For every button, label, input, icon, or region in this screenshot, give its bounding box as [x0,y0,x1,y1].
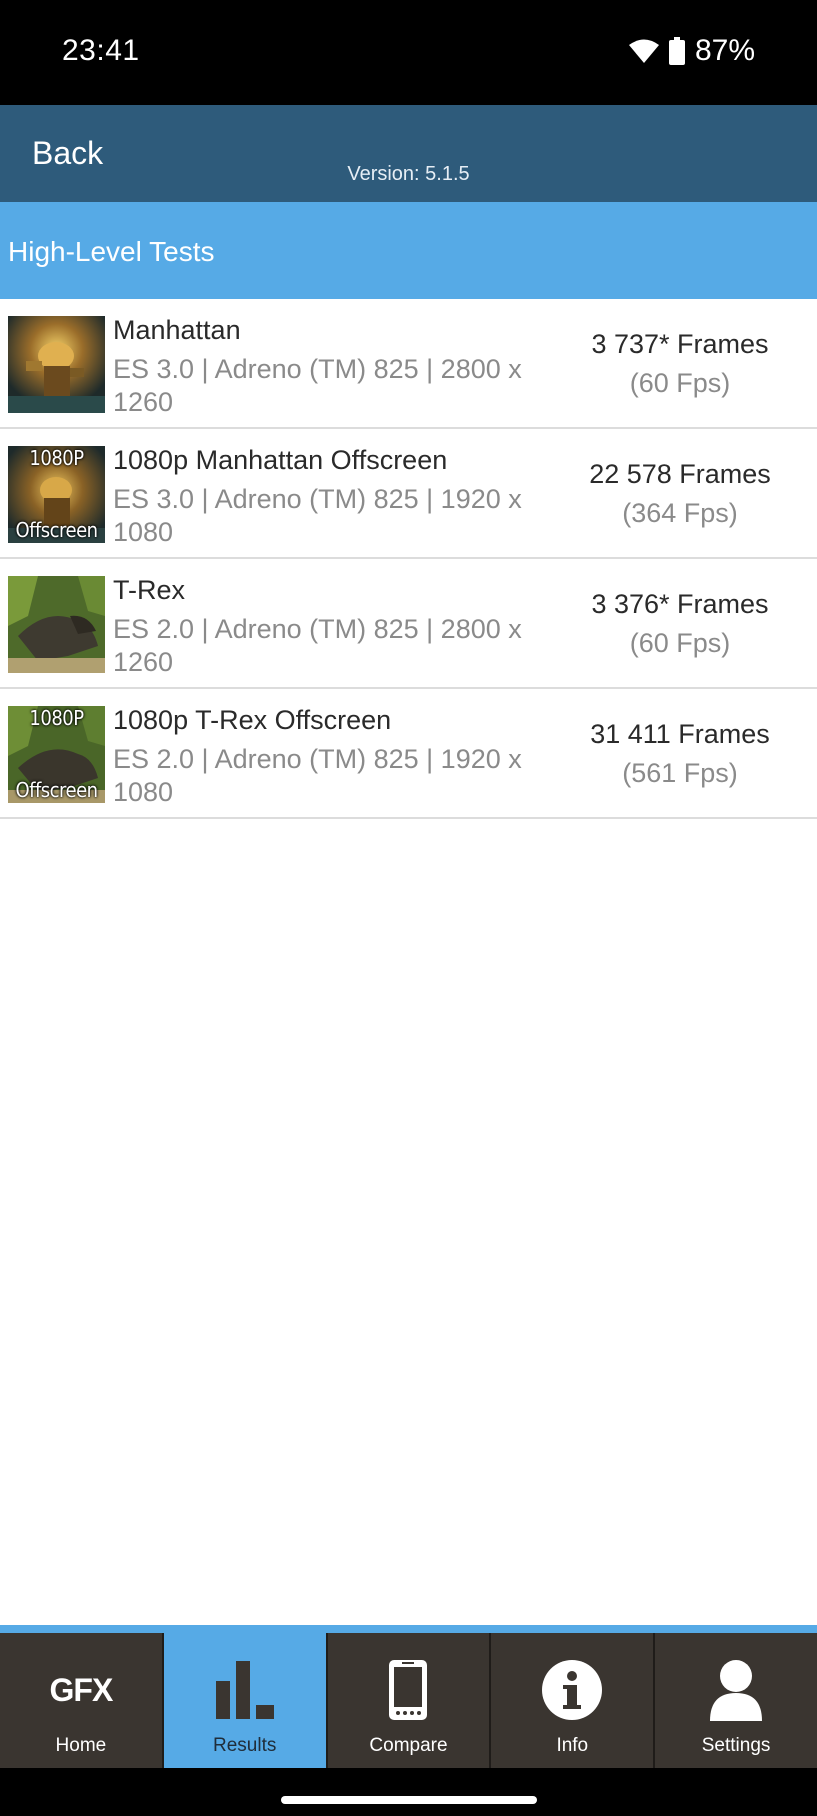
test-row-manhattan-offscreen[interactable]: 1080P Offscreen 1080p Manhattan Offscree… [0,429,817,559]
result-frames: 31 411 Frames [590,719,770,749]
thumb-label-resolution: 1080P [29,446,84,470]
phone-icon [328,1655,490,1725]
section-header: High-Level Tests [0,202,817,299]
result-fps: (60 Fps) [629,628,731,658]
nav-info[interactable]: Info [491,1633,656,1768]
result-fps: (60 Fps) [629,368,731,398]
person-icon [655,1655,817,1725]
status-time: 23:41 [62,34,140,67]
test-row-trex-offscreen[interactable]: 1080P Offscreen 1080p T-Rex Offscreen ES… [0,689,817,819]
test-details: ES 2.0 | Adreno (TM) 825 | 2800 x 1260 [113,614,522,677]
gfx-logo-icon: GFX [0,1655,162,1725]
test-details: ES 3.0 | Adreno (TM) 825 | 1920 x 1080 [113,484,522,547]
app-screen: 23:41 87% Back Version: 5.1.5 High-Level… [0,0,817,1816]
test-row-manhattan[interactable]: Manhattan ES 3.0 | Adreno (TM) 825 | 280… [0,299,817,429]
status-icons: 87% [628,34,755,68]
result-fps: (364 Fps) [622,498,738,528]
test-details: ES 3.0 | Adreno (TM) 825 | 2800 x 1260 [113,354,522,417]
test-name: 1080p T-Rex Offscreen [113,705,392,735]
bottom-navigation: GFX Home Results Compare Info Settings [0,1625,817,1768]
test-details: ES 2.0 | Adreno (TM) 825 | 1920 x 1080 [113,744,522,807]
nav-results-label: Results [213,1735,277,1756]
nav-info-label: Info [556,1735,589,1756]
home-gesture-handle[interactable] [281,1796,537,1804]
result-fps: (561 Fps) [622,758,738,788]
test-row-trex[interactable]: T-Rex ES 2.0 | Adreno (TM) 825 | 2800 x … [0,559,817,689]
result-frames: 3 737* Frames [591,329,769,359]
wifi-icon [628,38,659,64]
status-bar: 23:41 87% [0,0,817,105]
thumb-label-offscreen: Offscreen [15,778,98,802]
test-name: 1080p Manhattan Offscreen [113,445,448,475]
nav-compare-label: Compare [369,1735,448,1756]
version-label: Version: 5.1.5 [347,163,470,185]
test-thumbnail: 1080P Offscreen [8,706,105,803]
test-name: Manhattan [113,315,241,345]
result-frames: 22 578 Frames [589,459,771,489]
nav-results[interactable]: Results [163,1633,328,1768]
thumb-label-resolution: 1080P [29,706,84,730]
section-title: High-Level Tests [8,236,215,267]
test-thumbnail: 1080P Offscreen [8,446,105,543]
system-gesture-area [0,1768,817,1816]
test-thumbnail [8,316,105,413]
test-thumbnail [8,576,105,673]
app-header: Back Version: 5.1.5 [0,105,817,202]
info-icon [491,1655,653,1725]
battery-percentage: 87% [694,34,755,67]
nav-compare[interactable]: Compare [328,1633,492,1768]
bottom-navigation-bar: GFX Home Results Compare Info Settings [0,1633,817,1768]
nav-home[interactable]: GFX Home [0,1633,164,1768]
nav-home-label: Home [55,1735,107,1756]
nav-settings-label: Settings [701,1735,771,1756]
test-results-list: Manhattan ES 3.0 | Adreno (TM) 825 | 280… [0,299,817,819]
bar-chart-icon [164,1655,326,1725]
thumb-label-offscreen: Offscreen [15,518,98,542]
nav-settings[interactable]: Settings [655,1633,817,1768]
gfx-logo-text: GFX [49,1671,114,1708]
result-frames: 3 376* Frames [591,589,769,619]
battery-icon [668,37,685,65]
test-name: T-Rex [113,575,186,605]
